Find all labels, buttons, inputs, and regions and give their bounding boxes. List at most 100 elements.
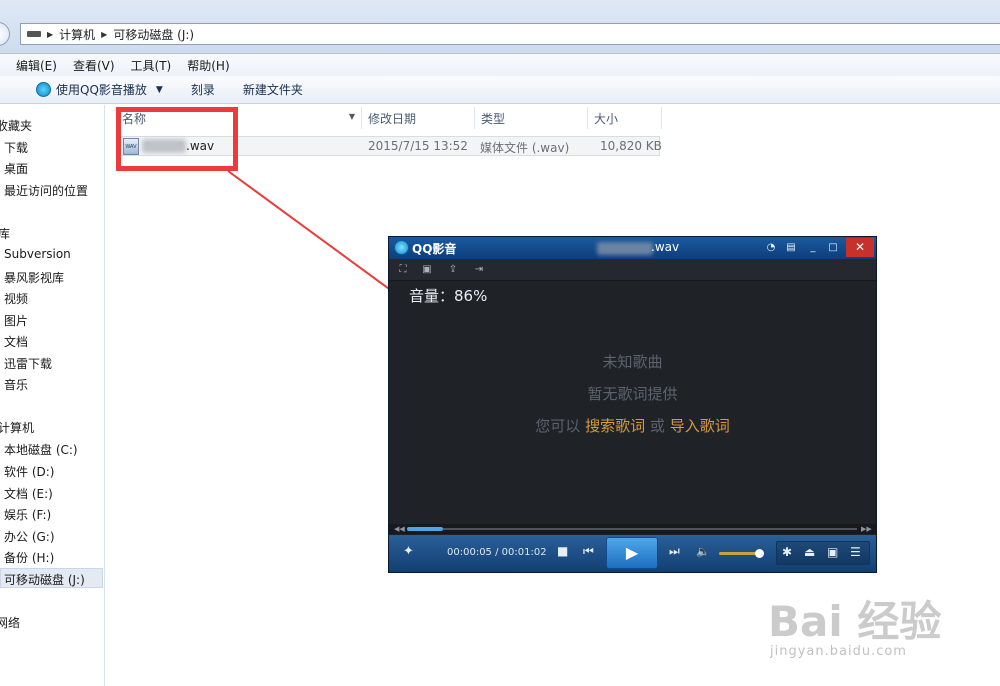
address-bar: ▶ 计算机 ▶ 可移动磁盘 (J:) <box>0 0 1000 54</box>
hint-or: 或 <box>649 417 665 435</box>
pin-icon[interactable]: ⇥ <box>469 262 489 278</box>
file-type: 媒体文件 (.wav) <box>480 141 570 155</box>
player-app-name: QQ影音 <box>412 242 457 256</box>
subtitle-icon[interactable]: ▣ <box>417 262 437 278</box>
watermark-brand: Bai 经验 <box>768 597 942 646</box>
annotation-highlight-box <box>116 107 238 171</box>
nav-recent[interactable]: 最近访问的位置 <box>4 182 88 199</box>
burn-button[interactable]: 刻录 <box>191 78 225 102</box>
nav-computer[interactable]: 计算机 <box>0 419 34 436</box>
maximize-icon[interactable]: □ <box>825 240 841 255</box>
nav-lib-docs[interactable]: 文档 <box>4 333 28 350</box>
player-toolbar: ⛶ ▣ ⇪ ⇥ <box>389 259 876 281</box>
playlist-icon[interactable]: ☰ <box>850 545 861 559</box>
new-folder-label: 新建文件夹 <box>242 83 303 97</box>
player-titlebar[interactable]: QQ影音 .wav ◔ ▤ _ □ ✕ <box>389 237 876 259</box>
player-tool-group: ✱ ⏏ ▣ ☰ <box>776 541 870 565</box>
fast-forward-icon[interactable]: ▶▶ <box>861 524 872 534</box>
footprint-icon[interactable]: ✦ <box>403 544 414 559</box>
screenshot-icon[interactable]: ⛶ <box>393 262 413 278</box>
column-header-type[interactable]: 类型 <box>475 107 588 129</box>
hint-prefix: 您可以 <box>535 417 581 435</box>
baidu-watermark-logo: Bai 经验 jingyan.baidu.com <box>768 588 998 678</box>
dropdown-arrow-icon[interactable]: ▼ <box>156 85 163 95</box>
nav-lib-storm[interactable]: 暴风影视库 <box>4 269 64 286</box>
play-with-qq-button[interactable]: 使用QQ影音播放 ▼ <box>36 78 173 102</box>
column-header-modified[interactable]: 修改日期 <box>362 107 475 129</box>
burn-label: 刻录 <box>190 83 215 97</box>
no-lyrics-text: 暂无歌词提供 <box>587 385 678 403</box>
column-type-label: 类型 <box>481 111 506 126</box>
nav-drive-d[interactable]: 软件 (D:) <box>4 463 54 480</box>
new-folder-button[interactable]: 新建文件夹 <box>243 78 313 102</box>
menu-bar: 编辑(E) 查看(V) 工具(T) 帮助(H) <box>0 54 1000 76</box>
next-icon[interactable]: ⏭ <box>669 544 680 559</box>
player-title: .wav <box>651 240 680 254</box>
nav-lib-video[interactable]: 视频 <box>4 290 28 307</box>
breadcrumb-separator-icon[interactable]: ▶ <box>47 30 53 39</box>
eject-icon[interactable]: ⏏ <box>804 545 815 559</box>
nav-downloads[interactable]: 下载 <box>4 139 28 156</box>
column-header-size[interactable]: 大小 <box>588 107 662 129</box>
menu-edit[interactable]: 编辑(E) <box>16 57 57 74</box>
progress-track[interactable] <box>407 528 857 530</box>
menu-help[interactable]: 帮助(H) <box>187 57 229 74</box>
nav-favorites[interactable]: 收藏夹 <box>0 117 32 134</box>
nav-drive-e[interactable]: 文档 (E:) <box>4 485 53 502</box>
search-lyrics-link[interactable]: 搜索歌词 <box>585 417 645 435</box>
command-bar: 使用QQ影音播放 ▼ 刻录 新建文件夹 <box>0 76 1000 104</box>
menu-tools[interactable]: 工具(T) <box>131 57 172 74</box>
progress-fill <box>407 527 443 531</box>
settings-wrench-icon[interactable]: ✱ <box>782 545 792 559</box>
qq-player-icon <box>36 82 51 97</box>
address-input[interactable]: ▶ 计算机 ▶ 可移动磁盘 (J:) <box>20 23 1000 45</box>
navigation-pane: 收藏夹 下载 桌面 最近访问的位置 库 Subversion 暴风影视库 视频 … <box>0 105 105 686</box>
volume-icon[interactable]: 🔈 <box>696 545 710 558</box>
player-controls: ✦ 00:00:05 / 00:01:02 ■ ⏮ ▶ ⏭ 🔈 ✱ ⏏ ▣ ☰ <box>389 535 876 572</box>
nav-network[interactable]: 网络 <box>0 614 20 631</box>
breadcrumb-separator-icon[interactable]: ▶ <box>101 30 107 39</box>
sort-arrow-icon[interactable]: ▼ <box>349 112 355 121</box>
song-title: 未知歌曲 <box>602 353 663 371</box>
playback-time: 00:00:05 / 00:01:02 <box>447 547 547 558</box>
volume-slider-track[interactable] <box>719 552 759 555</box>
close-icon[interactable]: ✕ <box>846 238 874 257</box>
chat-icon[interactable]: ◔ <box>763 240 779 255</box>
drive-icon <box>27 31 41 37</box>
file-modified: 2015/7/15 13:52 <box>368 139 468 153</box>
previous-icon[interactable]: ⏮ <box>583 544 594 559</box>
column-modified-label: 修改日期 <box>368 111 417 126</box>
nav-drive-g[interactable]: 办公 (G:) <box>4 528 55 545</box>
progress-bar[interactable]: ◀◀ ▶▶ <box>389 524 876 534</box>
column-size-label: 大小 <box>594 111 619 126</box>
play-button[interactable]: ▶ <box>606 537 658 569</box>
nav-drive-h[interactable]: 备份 (H:) <box>4 549 54 566</box>
back-button[interactable] <box>0 22 10 46</box>
stop-icon[interactable]: ■ <box>557 544 568 558</box>
volume-slider-knob[interactable] <box>755 549 764 558</box>
import-lyrics-link[interactable]: 导入歌词 <box>670 417 730 435</box>
nav-drive-f[interactable]: 娱乐 (F:) <box>4 506 51 523</box>
nav-lib-thunder[interactable]: 迅雷下载 <box>4 355 52 372</box>
share-icon[interactable]: ⇪ <box>443 262 463 278</box>
breadcrumb-computer[interactable]: 计算机 <box>59 26 95 43</box>
nav-drive-c[interactable]: 本地磁盘 (C:) <box>4 441 78 458</box>
nav-lib-music[interactable]: 音乐 <box>4 376 28 393</box>
menu-view[interactable]: 查看(V) <box>73 57 115 74</box>
nav-libraries[interactable]: 库 <box>0 225 10 242</box>
watermark-url: jingyan.baidu.com <box>770 644 907 659</box>
nav-lib-subversion[interactable]: Subversion <box>4 247 71 261</box>
media-library-icon[interactable]: ▣ <box>827 545 838 559</box>
rewind-icon[interactable]: ◀◀ <box>394 524 405 534</box>
file-size: 10,820 KB <box>600 139 662 153</box>
breadcrumb-drive-j[interactable]: 可移动磁盘 (J:) <box>113 26 194 43</box>
nav-lib-pictures[interactable]: 图片 <box>4 312 28 329</box>
playlist-toggle-icon[interactable]: ▤ <box>783 240 799 255</box>
qq-player-logo-icon <box>394 240 409 255</box>
nav-desktop[interactable]: 桌面 <box>4 160 28 177</box>
minimize-icon[interactable]: _ <box>805 240 821 255</box>
blurred-title <box>597 242 653 255</box>
qq-player-window: QQ影音 .wav ◔ ▤ _ □ ✕ ⛶ ▣ ⇪ ⇥ 音量：86% 未知歌曲 … <box>388 236 877 573</box>
nav-drive-j[interactable]: 可移动磁盘 (J:) <box>4 571 85 588</box>
lyrics-hint: 您可以 搜索歌词 或 导入歌词 <box>389 415 876 436</box>
